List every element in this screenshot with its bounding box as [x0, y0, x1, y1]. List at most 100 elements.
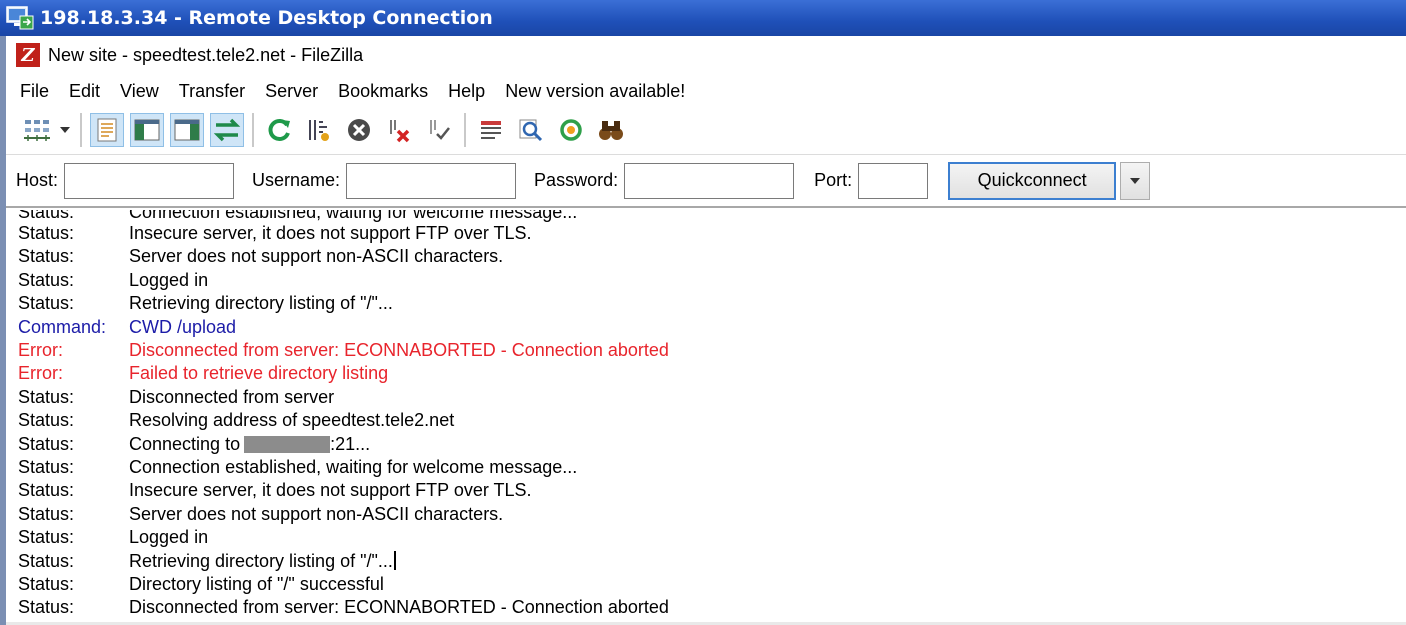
host-label: Host: [16, 170, 59, 190]
directory-filter-button[interactable] [474, 113, 508, 147]
menu-bookmarks[interactable]: Bookmarks [328, 81, 438, 102]
toggle-remote-tree-button[interactable] [170, 113, 204, 147]
log-message-text: Directory listing of "/" successful [129, 574, 384, 594]
cancel-operation-button[interactable] [342, 113, 376, 147]
menu-help[interactable]: Help [438, 81, 495, 102]
log-message: Connection established, waiting for welc… [129, 457, 577, 478]
log-kind: Status: [18, 457, 75, 477]
text-cursor [393, 550, 396, 570]
log-message-text: Retrieving directory listing of "/"... [129, 550, 393, 571]
log-message: Resolving address of speedtest.tele2.net [129, 410, 454, 431]
log-message: Server does not support non-ASCII charac… [129, 504, 503, 525]
cancel-icon [348, 119, 370, 141]
log-message: Directory listing of "/" successful [129, 574, 384, 595]
port-input[interactable] [858, 162, 929, 199]
menu-server[interactable]: Server [255, 81, 328, 102]
log-message-text: Logged in [129, 269, 209, 290]
compare-directories-button[interactable] [514, 113, 548, 147]
log-kind: Status: [18, 223, 75, 243]
process-queue-icon [309, 120, 329, 141]
log-message: Disconnected from server: ECONNABORTED -… [129, 597, 669, 618]
message-log-icon [97, 118, 117, 142]
log-message: CWD /upload [129, 317, 236, 338]
synchronized-browsing-button[interactable] [554, 113, 588, 147]
transfer-queue-icon [213, 118, 241, 142]
host-input[interactable] [64, 162, 235, 199]
chevron-down-icon [1130, 177, 1141, 184]
log-message: Insecure server, it does not support FTP… [129, 223, 532, 244]
log-message-text: Failed to retrieve directory listing [129, 363, 389, 384]
log-kind: Status: [18, 386, 75, 407]
filezilla-logo-icon: Z [16, 43, 40, 67]
menu-new-version[interactable]: New version available! [495, 81, 695, 102]
toolbar-separator [80, 113, 82, 147]
toggle-local-tree-button[interactable] [130, 113, 164, 147]
menu-bar: File Edit View Transfer Server Bookmarks… [6, 74, 1406, 108]
filezilla-window-title: New site - speedtest.tele2.net - FileZil… [48, 44, 364, 65]
site-manager-dropdown-icon[interactable] [60, 127, 70, 133]
log-message-text: Connecting to [129, 433, 241, 454]
log-message-text: Resolving address of speedtest.tele2.net [129, 410, 455, 431]
log-kind: Status: [18, 503, 75, 524]
refresh-button[interactable] [262, 113, 296, 147]
log-kind: Status: [18, 246, 75, 267]
log-message: Disconnected from server [129, 387, 334, 408]
rdp-title-bar: 198.18.3.34 - Remote Desktop Connection [0, 0, 1406, 36]
message-log[interactable]: Status: Connection established, waiting … [6, 210, 1406, 625]
log-message: Logged in [129, 527, 208, 548]
redacted-address [244, 435, 331, 453]
log-message-text: Disconnected from server: ECONNABORTED -… [129, 340, 669, 360]
log-kind: Status: [18, 480, 75, 501]
log-message: Retrieving directory listing of "/"... [129, 550, 396, 572]
toolbar [6, 108, 1406, 152]
binoculars-icon [599, 121, 623, 140]
filter-icon [481, 121, 501, 139]
log-kind: Status: [18, 293, 75, 314]
quickconnect-button[interactable]: Quickconnect [948, 161, 1117, 200]
log-kind: Error: [18, 363, 63, 384]
quickconnect-bar: Host: Username: Password: Port: Quickcon… [6, 154, 1406, 208]
disconnect-button[interactable] [382, 113, 416, 147]
compare-icon [519, 119, 543, 142]
log-kind: Status: [18, 210, 75, 222]
local-tree-icon [134, 119, 160, 141]
log-message-text: Disconnected from server [129, 386, 335, 407]
disconnect-icon [390, 120, 410, 143]
menu-file[interactable]: File [6, 81, 59, 102]
log-message-text: Retrieving directory listing of "/"... [129, 293, 393, 314]
log-message: Logged in [129, 270, 208, 291]
reconnect-button[interactable] [422, 113, 456, 147]
log-message: Retrieving directory listing of "/"... [129, 293, 393, 314]
remote-tree-icon [174, 119, 200, 141]
log-kind: Error: [18, 340, 63, 360]
reconnect-icon [430, 120, 450, 140]
password-input[interactable] [624, 162, 795, 199]
port-label: Port: [814, 170, 853, 190]
log-message-text: Insecure server, it does not support FTP… [129, 480, 532, 501]
toggle-message-log-button[interactable] [90, 113, 124, 147]
sync-browsing-icon [560, 119, 582, 141]
process-queue-button[interactable] [302, 113, 336, 147]
log-message-text: CWD /upload [129, 316, 237, 337]
log-kind: Status: [18, 574, 75, 594]
search-remote-files-button[interactable] [594, 113, 628, 147]
refresh-icon [268, 119, 290, 141]
log-kind: Status: [18, 433, 75, 454]
log-message: Connection established, waiting for welc… [129, 210, 578, 222]
log-kind: Status: [18, 597, 75, 618]
log-message-text: Connection established, waiting for welc… [129, 457, 578, 477]
username-input[interactable] [346, 162, 517, 199]
log-message: Connecting to:21... [129, 434, 370, 455]
log-message: Failed to retrieve directory listing [129, 363, 388, 384]
site-manager-button[interactable] [20, 113, 54, 147]
filezilla-title-bar: Z New site - speedtest.tele2.net - FileZ… [6, 36, 1406, 74]
menu-edit[interactable]: Edit [59, 81, 110, 102]
menu-view[interactable]: View [110, 81, 169, 102]
remote-desktop-icon [6, 5, 34, 31]
site-manager-icon [24, 120, 50, 141]
quickconnect-history-dropdown[interactable] [1120, 161, 1151, 200]
log-message-text: Disconnected from server: ECONNABORTED -… [129, 597, 669, 618]
rdp-window-title: 198.18.3.34 - Remote Desktop Connection [40, 7, 493, 29]
menu-transfer[interactable]: Transfer [169, 81, 255, 102]
toggle-transfer-queue-button[interactable] [210, 113, 244, 147]
